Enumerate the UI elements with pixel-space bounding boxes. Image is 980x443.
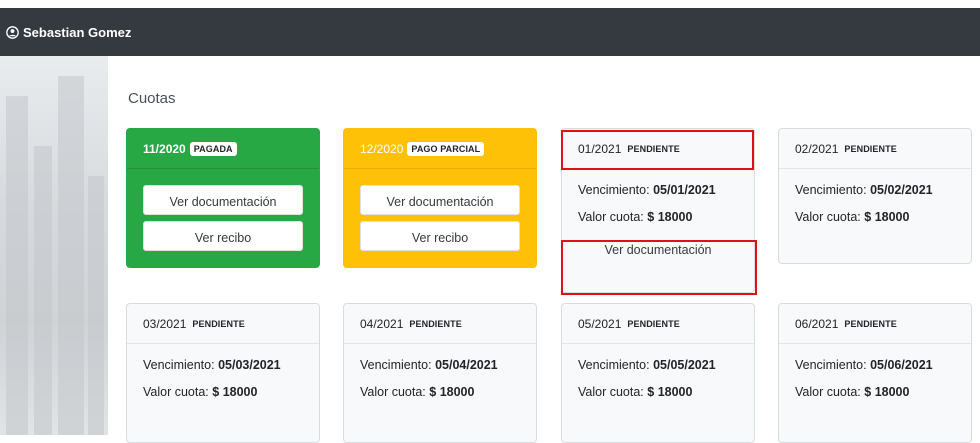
valor-cuota-value: $ 18000 bbox=[647, 385, 693, 399]
main-content: Cuotas 11/2020 PAGADA Ver documentación … bbox=[108, 56, 980, 443]
vencimiento-value: 05/06/2021 bbox=[870, 358, 933, 372]
vencimiento-value: 05/02/2021 bbox=[870, 183, 933, 197]
vencimiento-value: 05/01/2021 bbox=[653, 183, 716, 197]
valor-cuota-value: $ 18000 bbox=[864, 385, 910, 399]
cuota-card-04-2021: 04/2021 PENDIENTE Vencimiento: 05/04/202… bbox=[343, 303, 537, 443]
cuota-card-06-2021: 06/2021 PENDIENTE Vencimiento: 05/06/202… bbox=[778, 303, 972, 443]
valor-cuota-row: Valor cuota: $ 18000 bbox=[795, 385, 955, 399]
vencimiento-value: 05/04/2021 bbox=[435, 358, 498, 372]
cuota-card-header: 12/2020 PAGO PARCIAL bbox=[344, 129, 536, 169]
valor-cuota-row: Valor cuota: $ 18000 bbox=[578, 385, 738, 399]
cuota-card-05-2021: 05/2021 PENDIENTE Vencimiento: 05/05/202… bbox=[561, 303, 755, 443]
vencimiento-value: 05/05/2021 bbox=[653, 358, 716, 372]
cuota-period: 12/2020 bbox=[360, 141, 404, 156]
valor-cuota-label: Valor cuota: bbox=[360, 385, 426, 399]
vencimiento-label: Vencimiento: bbox=[360, 358, 432, 372]
vencimiento-value: 05/03/2021 bbox=[218, 358, 281, 372]
cuota-card-header: 01/2021 PENDIENTE bbox=[562, 129, 754, 169]
vencimiento-label: Vencimiento: bbox=[795, 183, 867, 197]
cuota-card-header: 11/2020 PAGADA bbox=[127, 129, 319, 169]
valor-cuota-row: Valor cuota: $ 18000 bbox=[143, 385, 303, 399]
vencimiento-row: Vencimiento: 05/05/2021 bbox=[578, 358, 738, 372]
cuota-card-header: 05/2021 PENDIENTE bbox=[562, 304, 754, 344]
vencimiento-row: Vencimiento: 05/01/2021 bbox=[578, 183, 738, 197]
status-badge: PENDIENTE bbox=[409, 318, 462, 329]
user-name: Sebastian Gomez bbox=[23, 24, 132, 40]
status-badge: PENDIENTE bbox=[844, 318, 897, 329]
cuota-period: 06/2021 bbox=[795, 316, 839, 331]
cuota-card-header: 02/2021 PENDIENTE bbox=[779, 129, 971, 169]
user-menu[interactable]: Sebastian Gomez bbox=[6, 25, 131, 40]
ver-recibo-button[interactable]: Ver recibo bbox=[360, 221, 520, 251]
cuota-period: 02/2021 bbox=[795, 141, 839, 156]
cuota-period: 01/2021 bbox=[578, 141, 622, 156]
cuota-card-02-2021: 02/2021 PENDIENTE Vencimiento: 05/02/202… bbox=[778, 128, 972, 264]
valor-cuota-row: Valor cuota: $ 18000 bbox=[795, 210, 955, 224]
valor-cuota-label: Valor cuota: bbox=[578, 385, 644, 399]
ver-recibo-button[interactable]: Ver recibo bbox=[143, 221, 303, 251]
sidebar-background-image bbox=[0, 56, 108, 435]
cuota-period: 03/2021 bbox=[143, 316, 187, 331]
ver-documentacion-button[interactable]: Ver documentación bbox=[143, 185, 303, 215]
ver-documentacion-button[interactable]: Ver documentación bbox=[562, 233, 754, 267]
vencimiento-row: Vencimiento: 05/02/2021 bbox=[795, 183, 955, 197]
valor-cuota-row: Valor cuota: $ 18000 bbox=[578, 210, 738, 224]
status-badge: PENDIENTE bbox=[844, 143, 897, 154]
ver-documentacion-button[interactable]: Ver documentación bbox=[360, 185, 520, 215]
valor-cuota-value: $ 18000 bbox=[864, 210, 910, 224]
cuota-card-header: 04/2021 PENDIENTE bbox=[344, 304, 536, 344]
cuota-card-header: 06/2021 PENDIENTE bbox=[779, 304, 971, 344]
status-badge: PAGO PARCIAL bbox=[407, 141, 485, 156]
cuota-card-header: 03/2021 PENDIENTE bbox=[127, 304, 319, 344]
valor-cuota-value: $ 18000 bbox=[647, 210, 693, 224]
status-badge: PAGADA bbox=[189, 141, 237, 156]
valor-cuota-row: Valor cuota: $ 18000 bbox=[360, 385, 520, 399]
valor-cuota-label: Valor cuota: bbox=[795, 210, 861, 224]
status-badge: PENDIENTE bbox=[192, 318, 245, 329]
top-navbar: Sebastian Gomez bbox=[0, 8, 980, 56]
valor-cuota-label: Valor cuota: bbox=[143, 385, 209, 399]
status-badge: PENDIENTE bbox=[627, 318, 680, 329]
cuota-card-12-2020: 12/2020 PAGO PARCIAL Ver documentación V… bbox=[343, 128, 537, 268]
cuota-period: 04/2021 bbox=[360, 316, 404, 331]
status-badge: PENDIENTE bbox=[627, 143, 680, 154]
cuota-period: 05/2021 bbox=[578, 316, 622, 331]
valor-cuota-label: Valor cuota: bbox=[795, 385, 861, 399]
valor-cuota-label: Valor cuota: bbox=[578, 210, 644, 224]
vencimiento-row: Vencimiento: 05/04/2021 bbox=[360, 358, 520, 372]
cuota-period: 11/2020 bbox=[143, 141, 186, 156]
cuota-card-03-2021: 03/2021 PENDIENTE Vencimiento: 05/03/202… bbox=[126, 303, 320, 443]
vencimiento-row: Vencimiento: 05/06/2021 bbox=[795, 358, 955, 372]
valor-cuota-value: $ 18000 bbox=[212, 385, 258, 399]
cuota-card-01-2021: 01/2021 PENDIENTE Vencimiento: 05/01/202… bbox=[561, 128, 755, 293]
cuota-card-11-2020: 11/2020 PAGADA Ver documentación Ver rec… bbox=[126, 128, 320, 268]
vencimiento-label: Vencimiento: bbox=[143, 358, 215, 372]
vencimiento-label: Vencimiento: bbox=[795, 358, 867, 372]
vencimiento-row: Vencimiento: 05/03/2021 bbox=[143, 358, 303, 372]
vencimiento-label: Vencimiento: bbox=[578, 358, 650, 372]
user-circle-icon bbox=[6, 25, 19, 39]
valor-cuota-value: $ 18000 bbox=[429, 385, 475, 399]
page-title: Cuotas bbox=[128, 90, 176, 107]
vencimiento-label: Vencimiento: bbox=[578, 183, 650, 197]
